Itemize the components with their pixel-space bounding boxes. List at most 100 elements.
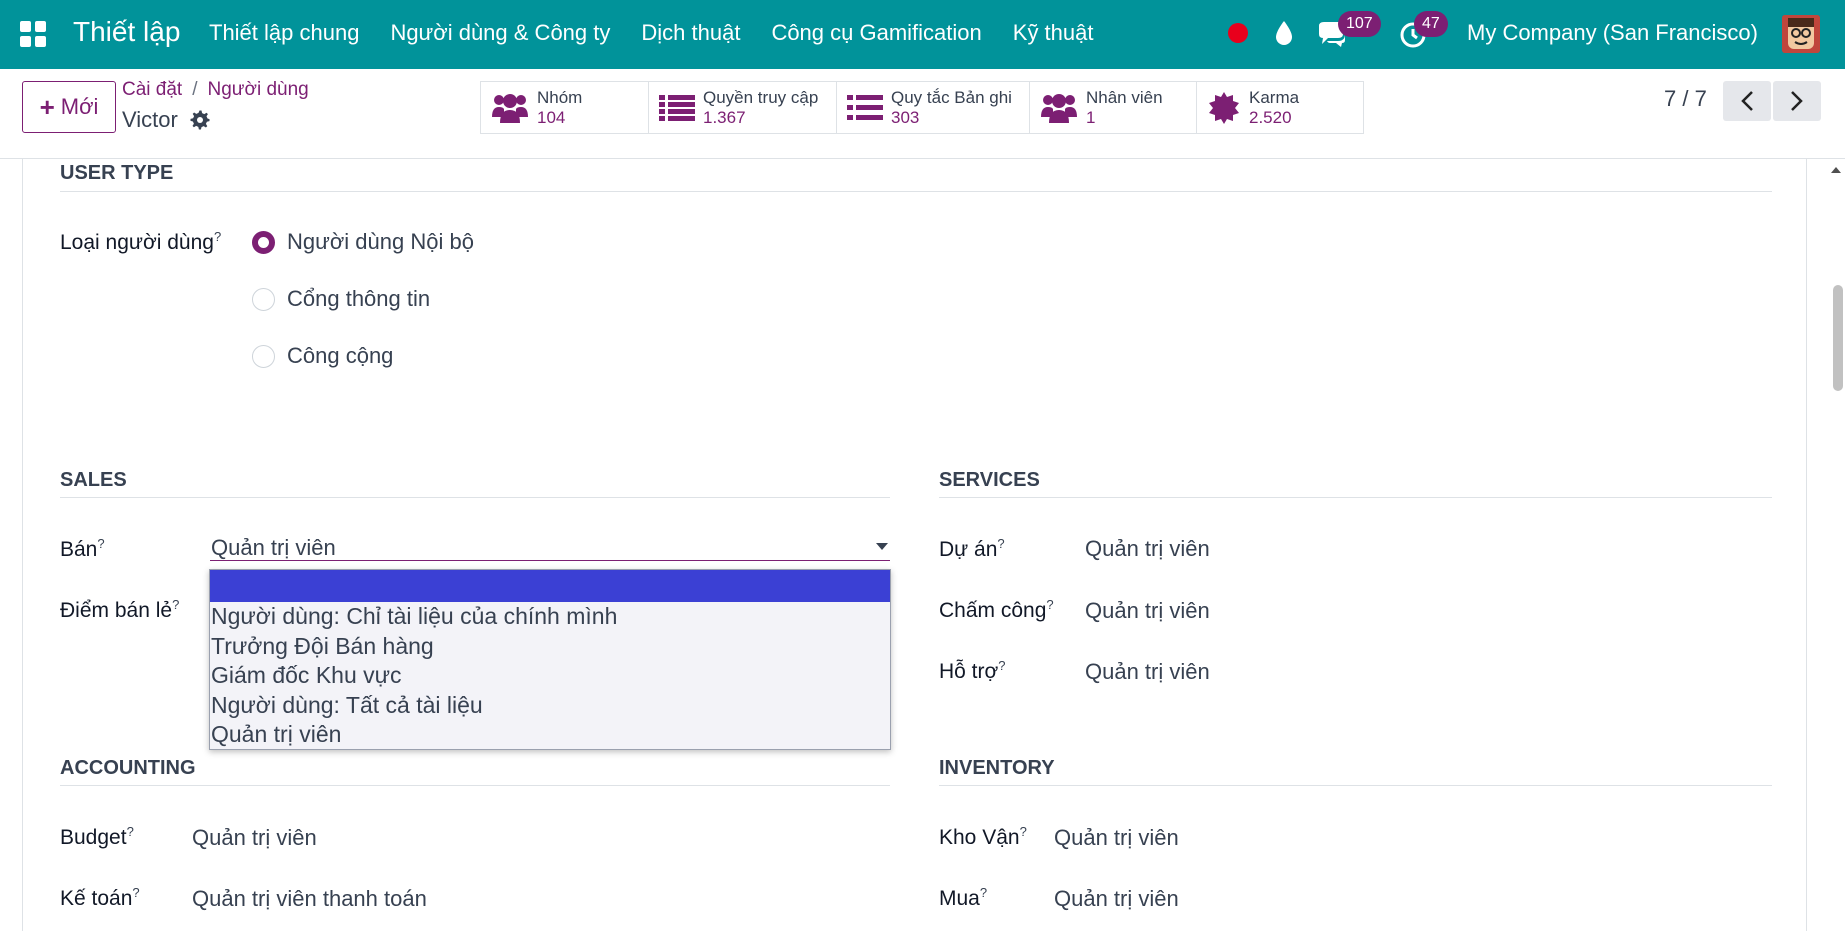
dropdown-option[interactable]: Giám đốc Khu vực (210, 661, 890, 691)
section-title-services: SERVICES (939, 469, 1040, 491)
dropdown-option[interactable]: Trưởng Đội Bán hàng (210, 632, 890, 662)
pos-label-text: Điểm bán lẻ (60, 599, 173, 622)
smart-button-value: 104 (537, 107, 566, 127)
section-divider (60, 497, 890, 498)
form-sheet: USER TYPE Loại người dùng? Người dùng Nộ… (22, 159, 1807, 931)
badge-icon (1209, 91, 1239, 124)
help-tooltip-mark[interactable]: ? (1046, 597, 1053, 612)
smart-button-karma[interactable]: Karma 2.520 (1197, 82, 1363, 133)
pager-next-button[interactable] (1773, 81, 1821, 121)
breadcrumb-settings[interactable]: Cài đặt (122, 79, 182, 100)
dropdown-option[interactable]: Người dùng: Chỉ tài liệu của chính mình (210, 602, 890, 632)
breadcrumb: Cài đặt / Người dùng (122, 79, 309, 101)
water-drop-icon[interactable] (1272, 19, 1296, 47)
scroll-up-arrow-icon[interactable] (1831, 167, 1841, 173)
record-name: Victor (122, 107, 178, 132)
pager-counter[interactable]: 7 / 7 (1664, 86, 1707, 112)
help-tooltip-mark[interactable]: ? (1020, 824, 1027, 839)
users-icon (1041, 93, 1077, 123)
section-title-inventory: INVENTORY (939, 757, 1055, 779)
pager-previous-button[interactable] (1723, 81, 1771, 121)
help-tooltip-mark[interactable]: ? (980, 885, 987, 900)
purchase-label-text: Mua (939, 887, 980, 910)
avatar-face-icon (1782, 15, 1820, 53)
helpdesk-value[interactable]: Quản trị viên (1085, 659, 1210, 685)
section-title-sales: SALES (60, 469, 127, 491)
company-switcher[interactable]: My Company (San Francisco) (1467, 20, 1758, 46)
helpdesk-label-text: Hỗ trợ (939, 660, 999, 683)
menu-translations[interactable]: Dịch thuật (641, 20, 740, 46)
smart-button-access-rights[interactable]: Quyền truy cập 1.367 (649, 82, 837, 133)
radio-checked-icon (252, 230, 275, 254)
smart-button-value: 1 (1086, 107, 1096, 127)
stock-label-text: Kho Vận (939, 826, 1020, 849)
chat-count-badge: 107 (1338, 11, 1381, 37)
smart-button-label: Nhân viên (1086, 87, 1163, 107)
purchase-label: Mua? (939, 885, 987, 911)
project-value[interactable]: Quản trị viên (1085, 536, 1210, 562)
accounting-value[interactable]: Quản trị viên thanh toán (192, 886, 427, 912)
budget-label-text: Budget (60, 826, 127, 849)
sales-select[interactable]: Quản trị viên (210, 531, 890, 561)
section-divider (60, 785, 890, 786)
section-divider (939, 497, 1772, 498)
help-tooltip-mark[interactable]: ? (97, 536, 104, 551)
caret-down-icon (876, 543, 888, 550)
radio-label: Người dùng Nội bộ (287, 229, 474, 254)
menu-technical[interactable]: Kỹ thuật (1013, 20, 1094, 46)
menu-general-settings[interactable]: Thiết lập chung (209, 20, 359, 46)
dropdown-option[interactable]: Quản trị viên (210, 720, 890, 750)
accounting-label-text: Kế toán (60, 887, 133, 910)
radio-label: Công cộng (287, 343, 394, 368)
users-icon (492, 93, 528, 123)
apps-grid-icon[interactable] (20, 21, 46, 47)
menu-users-companies[interactable]: Người dùng & Công ty (390, 20, 610, 46)
accounting-label: Kế toán? (60, 885, 140, 911)
dropdown-option[interactable]: Người dùng: Tất cả tài liệu (210, 691, 890, 721)
activity-count-badge: 47 (1414, 11, 1448, 37)
plus-icon: + (39, 91, 55, 122)
sales-select-value: Quản trị viên (211, 535, 336, 560)
stock-value[interactable]: Quản trị viên (1054, 825, 1179, 851)
breadcrumb-separator: / (192, 79, 198, 100)
radio-internal-user[interactable]: Người dùng Nội bộ (252, 229, 474, 255)
section-title-accounting: ACCOUNTING (60, 757, 196, 779)
budget-value[interactable]: Quản trị viên (192, 825, 317, 851)
help-tooltip-mark[interactable]: ? (132, 885, 139, 900)
smart-button-employees[interactable]: Nhân viên 1 (1030, 82, 1197, 133)
help-tooltip-mark[interactable]: ? (998, 658, 1005, 673)
dropdown-option-empty[interactable] (210, 570, 890, 602)
scrollbar-thumb[interactable] (1833, 285, 1843, 391)
menu-gamification-tools[interactable]: Công cụ Gamification (771, 20, 981, 46)
help-tooltip-mark[interactable]: ? (214, 229, 221, 244)
page-scrollbar[interactable] (1826, 159, 1845, 931)
chevron-right-icon (1791, 91, 1803, 111)
section-divider (939, 785, 1772, 786)
gear-icon[interactable] (190, 110, 210, 130)
smart-button-record-rules[interactable]: Quy tắc Bản ghi 303 (837, 82, 1030, 133)
new-button[interactable]: + Mới (22, 81, 116, 133)
timesheet-value[interactable]: Quản trị viên (1085, 598, 1210, 624)
purchase-value[interactable]: Quản trị viên (1054, 886, 1179, 912)
smart-button-value: 1.367 (703, 107, 746, 127)
breadcrumb-users[interactable]: Người dùng (207, 79, 308, 100)
top-navbar: Thiết lập Thiết lập chung Người dùng & C… (0, 0, 1845, 69)
main-menu: Thiết lập chung Người dùng & Công ty Dịc… (209, 20, 1124, 46)
help-tooltip-mark[interactable]: ? (172, 597, 179, 612)
smart-button-value: 303 (891, 107, 920, 127)
user-avatar[interactable] (1782, 15, 1820, 53)
radio-public[interactable]: Công cộng (252, 343, 393, 369)
budget-label: Budget? (60, 824, 134, 850)
recording-dot-icon[interactable] (1228, 23, 1248, 43)
list-icon (659, 94, 695, 121)
project-label: Dự án? (939, 536, 1005, 562)
help-tooltip-mark[interactable]: ? (127, 824, 134, 839)
record-title: Victor (122, 107, 210, 133)
radio-portal[interactable]: Cổng thông tin (252, 286, 430, 312)
app-title[interactable]: Thiết lập (73, 16, 180, 48)
smart-button-groups[interactable]: Nhóm 104 (481, 82, 649, 133)
help-tooltip-mark[interactable]: ? (997, 536, 1004, 551)
section-divider (60, 191, 1772, 192)
sales-label-text: Bán (60, 538, 98, 561)
user-type-label: Loại người dùng? (60, 229, 221, 255)
